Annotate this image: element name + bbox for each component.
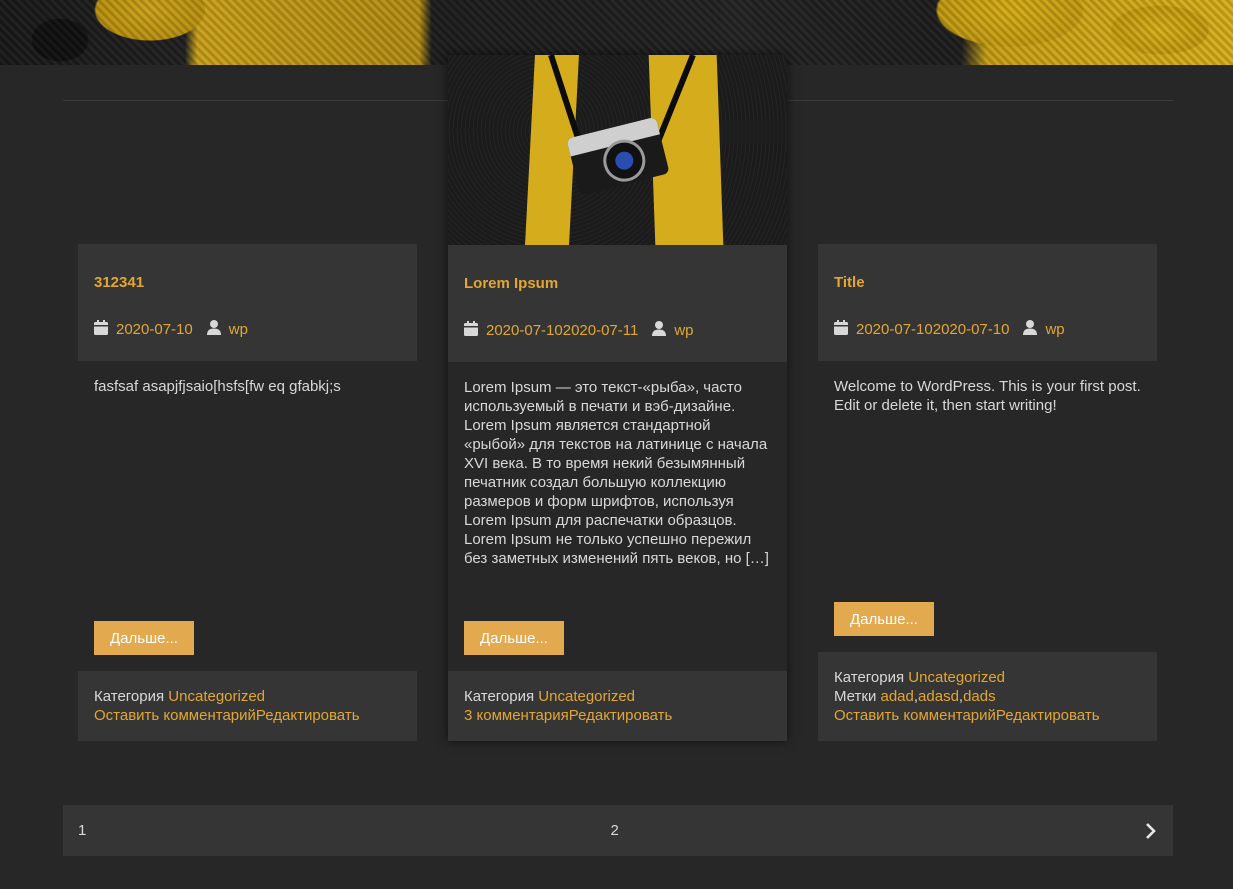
tag-link[interactable]: adad: [881, 688, 914, 705]
tags-label: Метки: [834, 688, 877, 705]
post-tags: Метки adad,adasd,dads: [834, 688, 996, 705]
calendar-icon: [464, 321, 478, 340]
tag-link[interactable]: adasd: [918, 688, 959, 705]
post-meta: 2020-07-102020-07-10 wp: [834, 320, 1141, 339]
tag-link[interactable]: dads: [963, 688, 996, 705]
post-author[interactable]: wp: [674, 322, 693, 339]
category-link[interactable]: Uncategorized: [908, 669, 1005, 686]
post-actions: Оставить комментарийРедактировать: [834, 706, 1141, 725]
post-body: Lorem Ipsum — это текст-«рыба», часто ис…: [448, 362, 787, 671]
post-title[interactable]: Lorem Ipsum: [464, 275, 771, 293]
post-header: Lorem Ipsum 2020-07-102020-07-11 wp: [448, 245, 787, 362]
post-excerpt: Welcome to WordPress. This is your first…: [834, 378, 1141, 414]
post-header: 312341 2020-07-10 wp: [78, 244, 417, 361]
post-actions: 3 комментарияРедактировать: [464, 706, 771, 725]
category-label: Категория: [94, 688, 165, 705]
post-title[interactable]: Title: [834, 274, 1141, 292]
page-link-1[interactable]: 1: [78, 822, 86, 839]
post-categories: Категория Uncategorized: [94, 687, 401, 706]
edit-link[interactable]: Редактировать: [256, 707, 360, 724]
post-card: Title 2020-07-102020-07-10 wp Welcome to…: [818, 244, 1157, 741]
category-link[interactable]: Uncategorized: [538, 688, 635, 705]
post-categories: Категория Uncategorized: [464, 687, 771, 706]
post-body: Welcome to WordPress. This is your first…: [818, 361, 1157, 652]
post-footer: Категория Uncategorized 3 комментарияРед…: [448, 671, 787, 741]
post-date[interactable]: 2020-07-102020-07-11: [486, 322, 638, 339]
read-more-button[interactable]: Дальше...: [834, 602, 934, 636]
post-date[interactable]: 2020-07-102020-07-10: [856, 321, 1009, 338]
comments-link[interactable]: Оставить комментарий: [94, 707, 256, 724]
edit-link[interactable]: Редактировать: [569, 707, 673, 724]
post-meta: 2020-07-10 wp: [94, 320, 401, 339]
pagination: 1 2: [63, 805, 1173, 856]
user-icon: [206, 320, 221, 339]
comments-link[interactable]: 3 комментария: [464, 707, 569, 724]
calendar-icon: [94, 320, 108, 339]
post-card-featured: Lorem Ipsum 2020-07-102020-07-11 wp Lore…: [448, 55, 787, 741]
page-current-2: 2: [610, 822, 619, 839]
category-link[interactable]: Uncategorized: [168, 688, 265, 705]
calendar-icon: [834, 320, 848, 339]
post-body: fasfsaf asapjfjsaio[hsfs[fw eq gfabkj;s …: [78, 361, 417, 671]
post-excerpt: fasfsaf asapjfjsaio[hsfs[fw eq gfabkj;s: [94, 378, 341, 395]
post-categories: Категория Uncategorized: [834, 668, 1141, 687]
post-date[interactable]: 2020-07-10: [116, 321, 193, 338]
read-more-button[interactable]: Дальше...: [464, 621, 564, 655]
post-title[interactable]: 312341: [94, 274, 401, 292]
post-card: 312341 2020-07-10 wp fasfsaf asapjfjsaio…: [78, 244, 417, 741]
post-footer: Категория Uncategorized Оставить коммент…: [78, 671, 417, 741]
post-footer: Категория Uncategorized Метки adad,adasd…: [818, 652, 1157, 741]
post-author[interactable]: wp: [229, 321, 248, 338]
comments-link[interactable]: Оставить комментарий: [834, 707, 996, 724]
post-author[interactable]: wp: [1045, 321, 1064, 338]
chevron-right-icon[interactable]: [1143, 822, 1159, 839]
edit-link[interactable]: Редактировать: [996, 707, 1100, 724]
post-excerpt: Lorem Ipsum — это текст-«рыба», часто ис…: [464, 379, 769, 567]
post-actions: Оставить комментарийРедактировать: [94, 706, 401, 725]
user-icon: [1023, 320, 1038, 339]
post-thumbnail[interactable]: [448, 55, 787, 245]
category-label: Категория: [834, 669, 905, 686]
user-icon: [652, 321, 667, 340]
category-label: Категория: [464, 688, 535, 705]
post-header: Title 2020-07-102020-07-10 wp: [818, 244, 1157, 361]
read-more-button[interactable]: Дальше...: [94, 621, 194, 655]
post-meta: 2020-07-102020-07-11 wp: [464, 321, 771, 340]
